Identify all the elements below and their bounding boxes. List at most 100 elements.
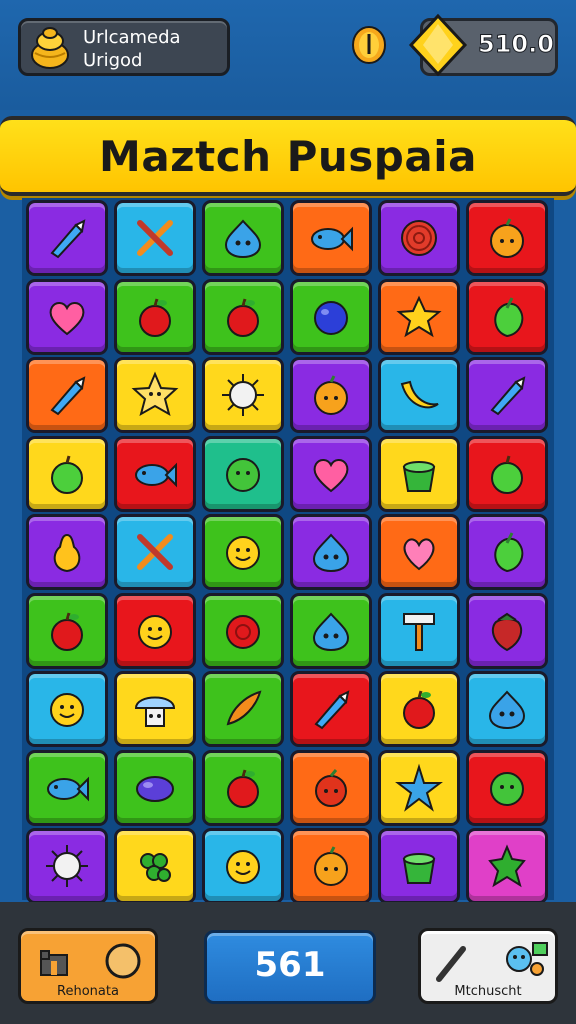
game-tile[interactable]	[26, 592, 108, 669]
leaf-icon	[488, 844, 526, 888]
green-apple-icon	[51, 455, 83, 494]
game-tile[interactable]	[202, 671, 284, 747]
game-tile[interactable]	[202, 435, 284, 512]
game-tile[interactable]	[114, 435, 196, 512]
game-tile[interactable]	[114, 200, 196, 276]
game-tile[interactable]	[26, 200, 108, 276]
leaf-fruit-icon	[494, 296, 524, 337]
shop-icon	[40, 950, 68, 976]
game-tile[interactable]	[466, 749, 548, 826]
mascot-icon	[506, 942, 548, 976]
game-tile[interactable]	[114, 749, 196, 826]
heart-blob-icon	[403, 538, 435, 571]
apple-icon	[51, 612, 83, 651]
game-tile[interactable]	[290, 592, 372, 669]
gem-icon	[408, 13, 468, 77]
game-tile[interactable]	[378, 278, 460, 355]
game-tile[interactable]	[202, 749, 284, 826]
game-tile[interactable]	[26, 278, 108, 355]
game-tile[interactable]	[466, 671, 548, 747]
game-tile[interactable]	[290, 435, 372, 512]
game-tile[interactable]	[114, 514, 196, 590]
game-tile[interactable]	[26, 828, 108, 904]
game-tile[interactable]	[378, 749, 460, 826]
game-tile[interactable]	[378, 828, 460, 904]
game-tile[interactable]	[26, 671, 108, 747]
game-tile[interactable]	[290, 200, 372, 276]
game-tile[interactable]	[26, 749, 108, 826]
rocket-icon	[490, 376, 526, 416]
green-ball-icon	[226, 457, 260, 492]
game-tile[interactable]	[290, 671, 372, 747]
game-tile[interactable]	[26, 357, 108, 433]
game-tile[interactable]	[202, 200, 284, 276]
game-tile[interactable]	[290, 278, 372, 355]
leaf-fruit-icon	[494, 532, 524, 573]
game-tile[interactable]	[202, 592, 284, 669]
ring-icon	[105, 943, 141, 979]
game-tile[interactable]	[378, 435, 460, 512]
fish-icon	[311, 226, 353, 252]
fish-icon	[47, 776, 89, 801]
rocket-icon	[50, 219, 86, 259]
rocket-icon	[314, 690, 350, 730]
left-button-label: Rehonata	[57, 984, 119, 999]
game-tile[interactable]	[466, 514, 548, 590]
profile-panel[interactable]: Urlcameda Urigod	[18, 18, 230, 76]
game-tile[interactable]	[26, 514, 108, 590]
game-tile[interactable]	[114, 592, 196, 669]
blob-icon	[312, 533, 350, 573]
red-ball-icon	[226, 614, 260, 649]
hammer-icon	[403, 612, 435, 651]
game-tile[interactable]	[290, 749, 372, 826]
game-tile[interactable]	[378, 592, 460, 669]
game-tile[interactable]	[114, 278, 196, 355]
game-tile[interactable]	[290, 357, 372, 433]
game-tile[interactable]	[202, 514, 284, 590]
game-tile[interactable]	[114, 671, 196, 747]
game-tile[interactable]	[378, 200, 460, 276]
urchin-icon	[46, 845, 88, 887]
apple-icon	[403, 690, 435, 729]
game-tile[interactable]	[466, 200, 548, 276]
game-tile[interactable]	[466, 435, 548, 512]
game-tile[interactable]	[378, 671, 460, 747]
smiley-icon	[50, 693, 84, 727]
game-tile[interactable]	[466, 278, 548, 355]
game-tile[interactable]	[290, 828, 372, 904]
game-tile[interactable]	[114, 357, 196, 433]
game-tile[interactable]	[114, 828, 196, 904]
smiley-icon	[138, 614, 172, 649]
game-tile[interactable]	[466, 828, 548, 904]
grapes-icon	[140, 853, 171, 882]
smiley-icon	[226, 536, 260, 570]
smiley-icon	[226, 850, 260, 884]
game-tile[interactable]	[466, 592, 548, 669]
game-tile[interactable]	[378, 357, 460, 433]
game-tile[interactable]	[290, 514, 372, 590]
bean-icon	[136, 775, 174, 802]
game-tile[interactable]	[26, 435, 108, 512]
right-button-label: Mtchuscht	[454, 984, 522, 999]
coin-icon[interactable]	[351, 24, 387, 66]
game-tile[interactable]	[466, 357, 548, 433]
game-board	[22, 198, 554, 904]
shell-icon	[401, 220, 437, 256]
crossed-tools-icon	[137, 220, 173, 256]
game-tile[interactable]	[202, 357, 284, 433]
game-tile[interactable]	[378, 514, 460, 590]
starfish-icon	[395, 763, 443, 812]
strawberry-icon	[491, 612, 523, 651]
star-icon	[396, 295, 442, 337]
game-tile[interactable]	[202, 828, 284, 904]
pot-icon	[402, 460, 436, 492]
pot-icon	[402, 853, 436, 884]
apple-icon	[139, 298, 171, 337]
profile-name: Urlcameda	[83, 27, 181, 48]
game-tile[interactable]	[202, 278, 284, 355]
urchin-icon	[222, 374, 264, 416]
game-title: Maztch Puspaia	[99, 132, 477, 181]
blob-icon	[224, 219, 262, 259]
score-value: 561	[254, 945, 326, 985]
orange-fruit-icon	[314, 375, 348, 415]
